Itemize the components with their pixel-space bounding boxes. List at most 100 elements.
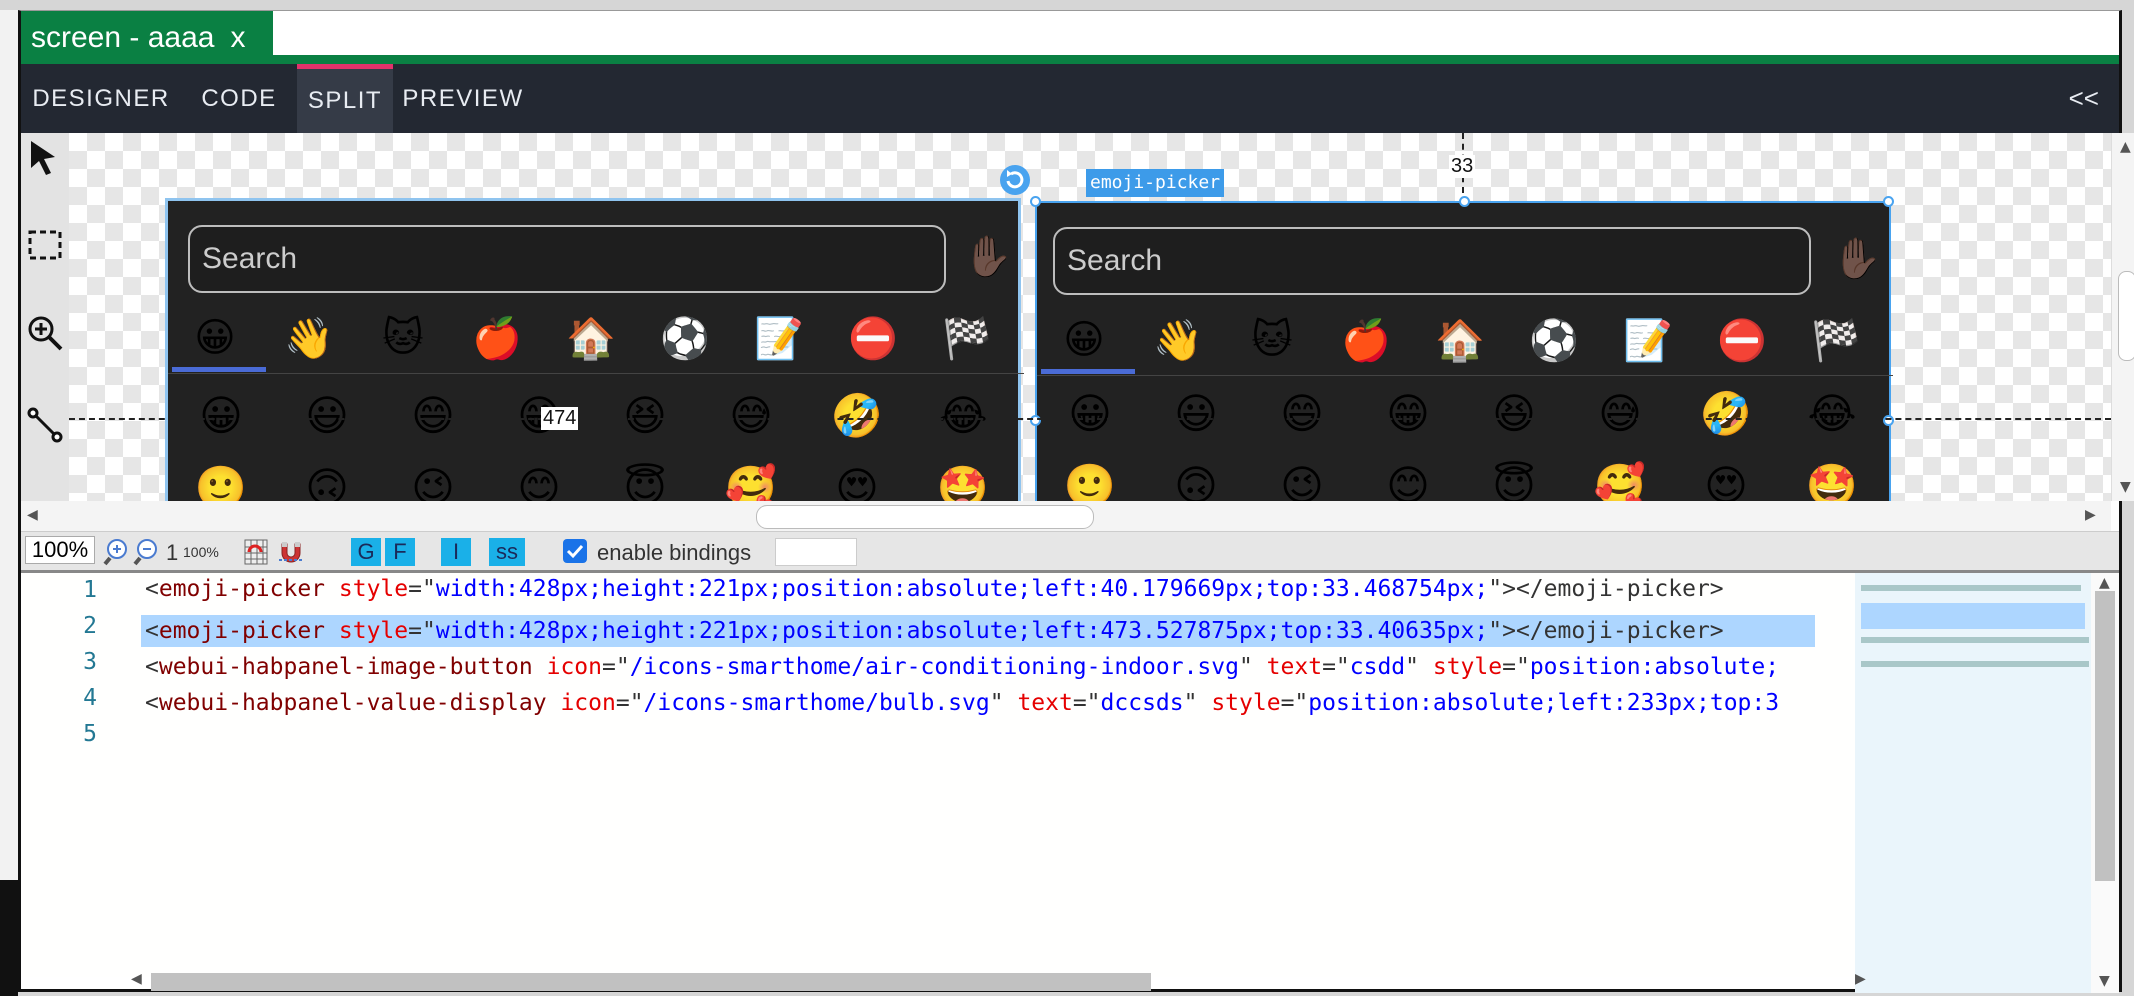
category-food-icon[interactable]: 🍎 bbox=[450, 315, 544, 362]
emoji-cell[interactable]: 😂 bbox=[1779, 389, 1885, 438]
category-objects-icon[interactable]: 📝 bbox=[732, 315, 826, 362]
canvas-vertical-scrollbar[interactable]: ▲ ▼ bbox=[2111, 133, 2134, 501]
resize-handle[interactable] bbox=[1030, 415, 1041, 426]
emoji-cell[interactable]: 🤩 bbox=[910, 463, 1016, 501]
emoji-cell[interactable]: 😆 bbox=[1461, 389, 1567, 438]
design-canvas[interactable]: Search ✋🏿 😀 👋 🐱 🍎 🏠 ⚽ 📝 ⛔ 🏁 😀 😃 😄 😁 😆 😅 bbox=[69, 133, 2111, 501]
zoom-level-input[interactable]: 100% bbox=[25, 536, 95, 564]
scroll-right-icon[interactable]: ▶ bbox=[2085, 507, 2096, 523]
toggle-g-button[interactable]: G bbox=[351, 538, 381, 566]
category-flags-icon[interactable]: 🏁 bbox=[920, 315, 1014, 362]
zoom-reset-button[interactable]: 1 bbox=[166, 540, 178, 566]
category-objects-icon[interactable]: 📝 bbox=[1601, 317, 1695, 364]
enable-bindings-checkbox[interactable] bbox=[563, 539, 587, 563]
bindings-input[interactable] bbox=[775, 538, 857, 566]
minimap-viewport[interactable] bbox=[1861, 603, 2085, 629]
emoji-cell[interactable]: 😉 bbox=[1249, 461, 1355, 501]
emoji-cell[interactable]: 😄 bbox=[1249, 389, 1355, 438]
category-activities-icon[interactable]: ⚽ bbox=[1507, 317, 1601, 364]
scroll-thumb[interactable] bbox=[2118, 271, 2134, 361]
emoji-cell[interactable]: 😂 bbox=[910, 391, 1016, 440]
rotate-handle-icon[interactable] bbox=[998, 163, 1032, 201]
emoji-cell[interactable]: 😇 bbox=[592, 463, 698, 501]
marquee-select-icon[interactable] bbox=[25, 225, 65, 265]
category-travel-icon[interactable]: 🏠 bbox=[544, 315, 638, 362]
skin-tone-icon[interactable]: ✋🏿 bbox=[1832, 235, 1882, 282]
scroll-thumb[interactable] bbox=[756, 505, 1094, 529]
scroll-up-icon[interactable]: ▲ bbox=[2120, 139, 2131, 155]
emoji-cell[interactable]: 🙂 bbox=[1037, 461, 1143, 501]
emoji-cell[interactable]: 😃 bbox=[274, 391, 380, 440]
tab-designer[interactable]: DESIGNER bbox=[21, 64, 181, 133]
pointer-tool-icon[interactable] bbox=[25, 137, 65, 177]
emoji-cell[interactable]: 🥰 bbox=[698, 463, 804, 501]
tab-split[interactable]: SPLIT bbox=[297, 64, 393, 133]
scroll-down-icon[interactable]: ▼ bbox=[2099, 973, 2110, 989]
scroll-thumb[interactable] bbox=[2095, 591, 2115, 881]
code-horizontal-scrollbar[interactable]: ◀ ▶ bbox=[131, 969, 1866, 991]
tab-preview[interactable]: PREVIEW bbox=[393, 64, 533, 133]
emoji-cell[interactable]: 🙃 bbox=[1143, 461, 1249, 501]
emoji-cell[interactable]: 😅 bbox=[1567, 389, 1673, 438]
scroll-down-icon[interactable]: ▼ bbox=[2120, 479, 2131, 495]
scroll-right-icon[interactable]: ▶ bbox=[1855, 971, 1866, 987]
category-animals-icon[interactable]: 🐱 bbox=[1225, 317, 1319, 363]
skin-tone-icon[interactable]: ✋🏿 bbox=[963, 233, 1013, 280]
emoji-cell[interactable]: 😃 bbox=[1143, 389, 1249, 438]
canvas-horizontal-scrollbar[interactable]: ◀ ▶ bbox=[21, 501, 2111, 531]
category-smileys-icon[interactable]: 😀 bbox=[168, 315, 262, 361]
toggle-f-button[interactable]: F bbox=[385, 538, 415, 566]
code-vertical-scrollbar[interactable]: ▲ ▼ bbox=[2091, 573, 2119, 993]
zoom-100-button[interactable]: 100% bbox=[183, 544, 219, 560]
emoji-cell[interactable]: 😉 bbox=[380, 463, 486, 501]
code-line[interactable]: <emoji-picker style="width:428px;height:… bbox=[145, 573, 1724, 605]
scroll-up-icon[interactable]: ▲ bbox=[2099, 575, 2110, 591]
emoji-cell[interactable]: 😅 bbox=[698, 391, 804, 440]
zoom-out-icon[interactable] bbox=[133, 538, 161, 570]
emoji-cell[interactable]: 😆 bbox=[592, 391, 698, 440]
collapse-panel-button[interactable]: << bbox=[2069, 64, 2099, 133]
code-line[interactable]: <webui-habpanel-value-display icon="/ico… bbox=[145, 687, 1779, 719]
category-people-icon[interactable]: 👋 bbox=[262, 315, 356, 362]
emoji-cell[interactable]: 😀 bbox=[1037, 389, 1143, 438]
toggle-i-button[interactable]: I bbox=[441, 538, 471, 566]
category-animals-icon[interactable]: 🐱 bbox=[356, 315, 450, 361]
resize-handle[interactable] bbox=[1459, 196, 1470, 207]
category-symbols-icon[interactable]: ⛔ bbox=[826, 315, 920, 362]
emoji-cell[interactable]: 😇 bbox=[1461, 461, 1567, 501]
emoji-picker-left[interactable]: Search ✋🏿 😀 👋 🐱 🍎 🏠 ⚽ 📝 ⛔ 🏁 😀 😃 😄 😁 😆 😅 bbox=[165, 198, 1024, 501]
emoji-cell[interactable]: 😊 bbox=[1355, 461, 1461, 501]
category-flags-icon[interactable]: 🏁 bbox=[1789, 317, 1883, 364]
tab-code[interactable]: CODE bbox=[181, 64, 297, 133]
snap-magnet-icon[interactable] bbox=[277, 538, 305, 570]
emoji-cell[interactable]: 🙃 bbox=[274, 463, 380, 501]
screen-tab[interactable]: screen - aaaa x bbox=[21, 11, 273, 64]
category-travel-icon[interactable]: 🏠 bbox=[1413, 317, 1507, 364]
toggle-ss-button[interactable]: ss bbox=[489, 538, 525, 566]
emoji-cell[interactable]: 😁 bbox=[1355, 389, 1461, 438]
category-people-icon[interactable]: 👋 bbox=[1131, 317, 1225, 364]
emoji-cell[interactable]: 🤣 bbox=[804, 391, 910, 441]
emoji-cell[interactable]: 🥰 bbox=[1567, 461, 1673, 501]
resize-handle[interactable] bbox=[1883, 196, 1894, 207]
code-editor[interactable]: 1 2 3 4 5 <emoji-picker style="width:428… bbox=[21, 573, 1855, 977]
emoji-cell[interactable]: 😊 bbox=[486, 463, 592, 501]
category-activities-icon[interactable]: ⚽ bbox=[638, 315, 732, 362]
emoji-cell[interactable]: 😍 bbox=[1673, 461, 1779, 501]
emoji-cell[interactable]: 🤣 bbox=[1673, 389, 1779, 439]
code-line[interactable]: <emoji-picker style="width:428px;height:… bbox=[145, 615, 1724, 647]
zoom-in-tool-icon[interactable] bbox=[25, 313, 65, 353]
category-smileys-icon[interactable]: 😀 bbox=[1037, 317, 1131, 363]
grid-icon[interactable] bbox=[243, 538, 269, 570]
resize-handle[interactable] bbox=[1883, 415, 1894, 426]
category-symbols-icon[interactable]: ⛔ bbox=[1695, 317, 1789, 364]
code-line[interactable]: <webui-habpanel-image-button icon="/icon… bbox=[145, 651, 1779, 683]
category-food-icon[interactable]: 🍎 bbox=[1319, 317, 1413, 364]
scroll-left-icon[interactable]: ◀ bbox=[131, 971, 142, 987]
emoji-picker-right[interactable]: Search ✋🏿 😀 👋 🐱 🍎 🏠 ⚽ 📝 ⛔ 🏁 😀 😃 😄 😁 😆 😅 bbox=[1030, 196, 1894, 501]
scroll-thumb[interactable] bbox=[151, 973, 1151, 991]
scroll-left-icon[interactable]: ◀ bbox=[27, 507, 38, 523]
connector-tool-icon[interactable] bbox=[25, 405, 65, 445]
emoji-cell[interactable]: 😄 bbox=[380, 391, 486, 440]
close-tab-icon[interactable]: x bbox=[230, 21, 245, 55]
